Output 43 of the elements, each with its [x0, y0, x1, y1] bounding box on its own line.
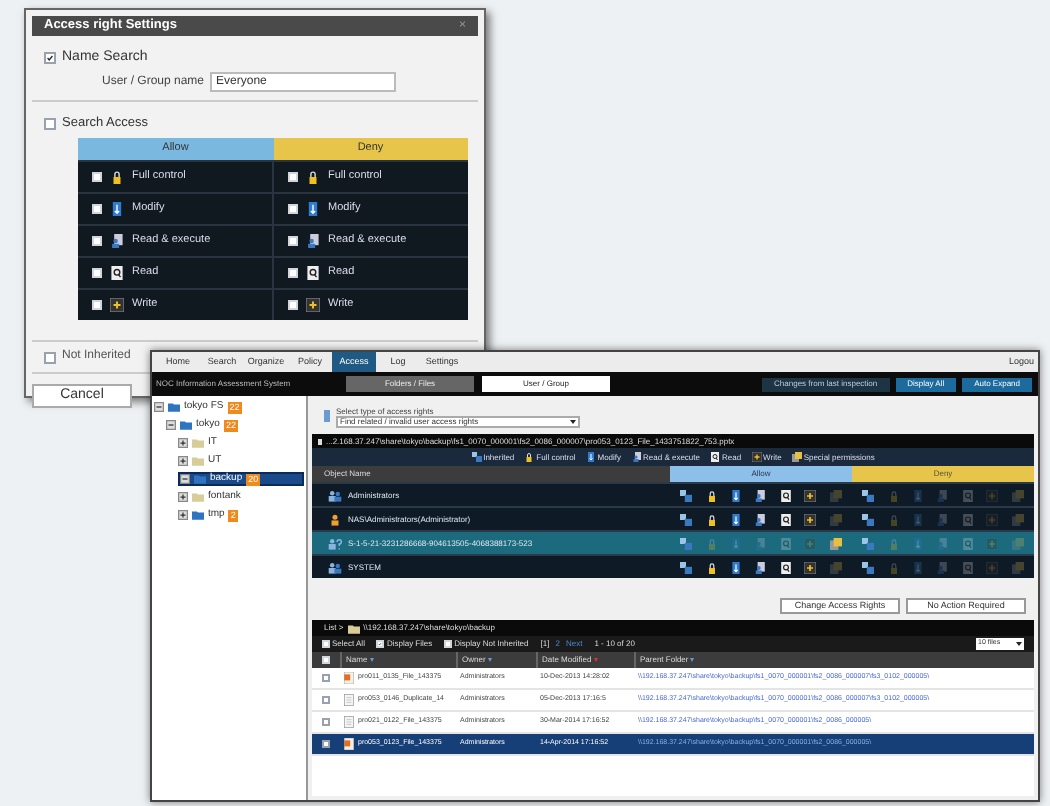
special-icon	[791, 452, 802, 462]
expand-icon[interactable]	[178, 456, 188, 466]
collapse-icon[interactable]	[166, 420, 176, 430]
checkbox[interactable]	[376, 640, 385, 648]
read-icon	[306, 266, 320, 280]
full-control-icon	[524, 452, 535, 462]
collapse-icon[interactable]	[180, 474, 190, 484]
full-control-icon	[110, 170, 124, 184]
write-icon	[110, 298, 124, 312]
expand-icon[interactable]	[178, 438, 188, 448]
checkbox[interactable]	[322, 674, 330, 682]
caret-icon	[570, 419, 576, 423]
collapse-icon[interactable]	[154, 402, 164, 412]
document-icon	[344, 694, 354, 706]
group-icon	[328, 489, 342, 501]
write-icon	[306, 298, 320, 312]
modify-icon	[306, 202, 320, 216]
checkbox[interactable]	[44, 118, 56, 131]
checkbox[interactable]	[322, 696, 330, 704]
checkbox[interactable]	[44, 351, 56, 363]
presentation-file-icon	[344, 738, 354, 750]
read-execute-icon	[110, 234, 124, 248]
modify-icon	[110, 202, 124, 216]
unknown-user-icon	[328, 537, 342, 549]
presentation-file-icon	[344, 672, 354, 684]
group-icon	[328, 561, 342, 573]
expand-icon[interactable]	[178, 492, 188, 502]
read-icon	[709, 452, 720, 462]
user-icon	[328, 513, 342, 525]
list-icon	[324, 410, 330, 422]
modify-icon	[585, 452, 596, 462]
write-icon	[751, 452, 762, 462]
checkbox[interactable]	[322, 718, 330, 726]
checkbox[interactable]	[44, 52, 56, 64]
read-icon	[110, 266, 124, 280]
read-execute-icon	[631, 452, 642, 462]
full-control-icon	[306, 170, 320, 184]
caret-icon	[1016, 642, 1022, 646]
expand-icon[interactable]	[178, 510, 188, 520]
read-execute-icon	[306, 234, 320, 248]
checkbox[interactable]	[322, 740, 330, 748]
inherited-icon	[471, 452, 482, 462]
document-icon	[344, 716, 354, 728]
